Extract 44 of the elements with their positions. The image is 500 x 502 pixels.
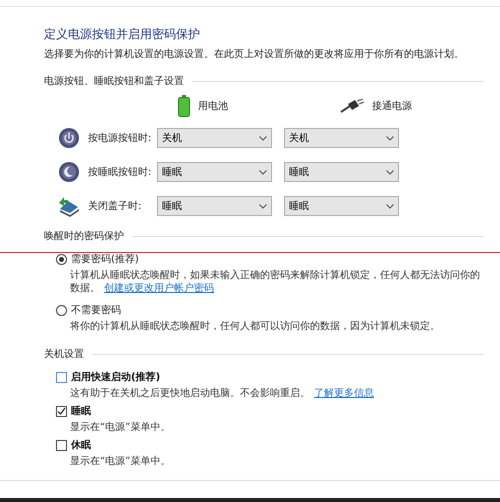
battery-dropdown[interactable]: 关机 [157,128,272,148]
option-description: 显示在“电源”菜单中。 [70,421,170,434]
laptop-icon [57,195,81,217]
radio-label: 不需要密码 [71,304,121,318]
learn-more-link[interactable]: 了解更多信息 [314,388,374,399]
option-description: 这有助于在关机之后更快地启动电脑。不会影响重启。 了解更多信息 [70,387,374,400]
chevron-down-icon [259,136,267,140]
radio-button[interactable] [56,254,67,265]
radio-button[interactable] [56,305,67,316]
checkbox[interactable] [56,406,67,417]
password-link[interactable]: 创建或更改用户帐户密码 [104,283,214,294]
section-heading: 关机设置 [44,348,84,362]
checkbox[interactable] [56,372,67,383]
section-heading: 唤醒时的密码保护 [44,230,124,244]
section-heading: 电源按钮、睡眠按钮和盖子设置 [44,74,184,89]
checkbox-label: 休眠 [71,438,91,453]
option-description: 将你的计算机从睡眠状态唤醒时，任何人都可以访问你的数据，因为计算机未锁定。 [70,320,441,333]
checkbox[interactable] [56,440,67,451]
column-header: 用电池 [198,100,228,114]
column-header: 接通电源 [372,100,412,114]
option-description: 计算机从睡眠状态唤醒时，如果未输入正确的密码来解除计算机锁定，任何人都无法访问你的数据。 创建或更改用户帐户密码 [70,269,481,295]
moon-icon [58,161,80,183]
checkbox-label: 启用快速启动(推荐) [71,370,160,385]
plugged-in-dropdown[interactable]: 关机 [284,128,399,148]
battery-icon [178,95,190,117]
plugged-in-dropdown[interactable]: 睡眠 [284,196,399,216]
plug-icon [340,99,364,113]
radio-label: 需要密码(推荐) [71,252,139,267]
chevron-down-icon [259,170,267,174]
battery-dropdown[interactable]: 睡眠 [157,196,272,216]
row-label: 关闭盖子时: [88,200,142,214]
chevron-down-icon [386,204,394,208]
chevron-down-icon [259,204,267,208]
plugged-in-dropdown[interactable]: 睡眠 [284,162,399,182]
chevron-down-icon [386,136,394,140]
chevron-down-icon [386,170,394,174]
checkbox-label: 睡眠 [71,404,91,419]
row-label: 按电源按钮时: [88,132,152,146]
page-title: 定义电源按钮并启用密码保护 [44,26,201,43]
page-description: 选择要为你的计算机设置的电源设置。在此页上对设置所做的更改将应用于你所有的电源计划。 [44,48,465,62]
power-icon [58,127,80,149]
battery-dropdown[interactable]: 睡眠 [157,162,272,182]
row-label: 按睡眠按钮时: [88,166,152,180]
option-description: 显示在“电源”菜单中。 [70,455,170,468]
